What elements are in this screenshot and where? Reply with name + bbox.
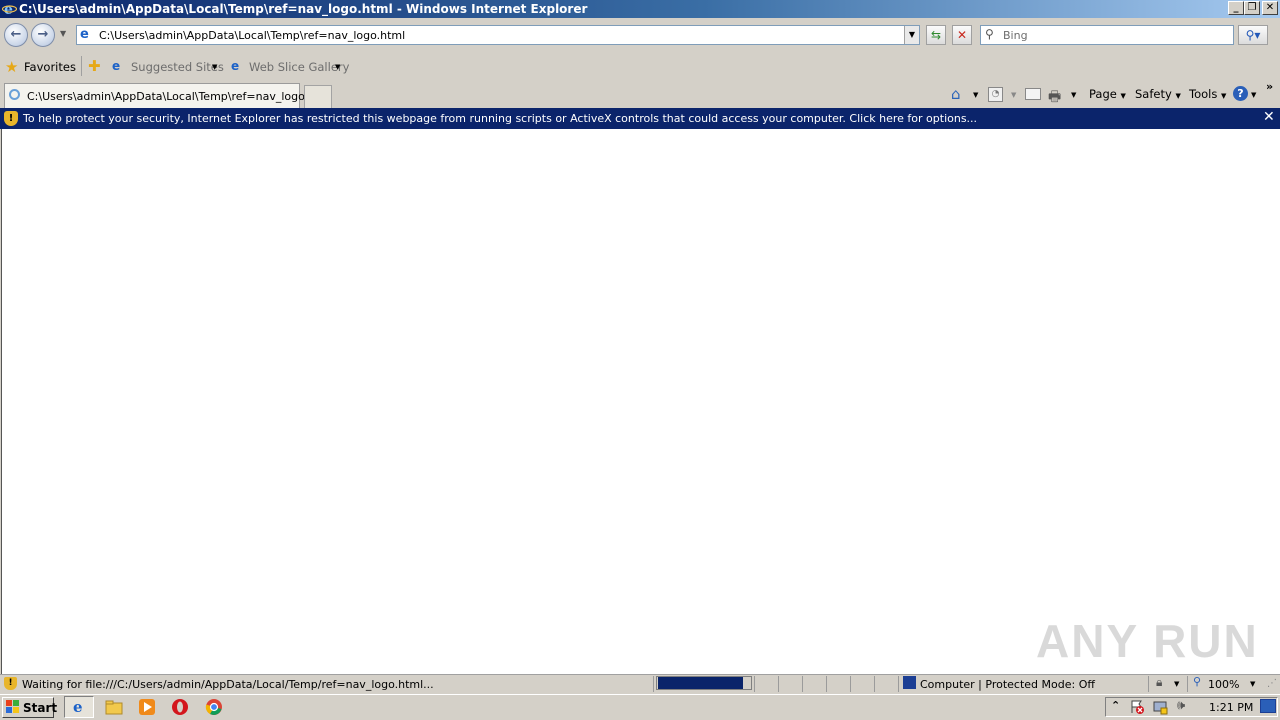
tools-menu[interactable]: Tools ▼ [1189,87,1226,101]
windows-logo-icon [6,700,19,713]
web-slice-dropdown-icon[interactable]: ▼ [335,63,340,71]
forward-arrow-icon: → [37,27,49,42]
opera-icon[interactable] [171,698,189,716]
minimize-button[interactable]: _ [1228,1,1244,15]
page-dropdown-icon: ▼ [1120,92,1126,100]
back-arrow-icon: ← [10,27,22,42]
status-divider [826,676,827,692]
start-button[interactable]: Start [2,697,58,718]
favorites-button[interactable]: Favorites [24,60,76,74]
forward-button[interactable]: → [31,23,55,47]
volume-icon[interactable]: 🕪︎ [1177,698,1185,713]
status-divider [653,676,654,692]
recent-pages-dropdown-icon[interactable]: ▼ [60,29,66,38]
print-dropdown-icon[interactable]: ▼ [1071,91,1076,99]
zoom-level[interactable]: 100% [1208,678,1239,691]
show-hidden-icons-icon[interactable]: ⌃ [1111,699,1120,712]
protected-mode-lock-icon[interactable]: 🔒︎ [1156,675,1162,690]
computer-zone-icon [903,676,916,689]
network-icon[interactable] [1152,699,1168,715]
address-bar[interactable]: e C:\Users\admin\AppData\Local\Temp\ref=… [76,25,920,45]
tab-label: C:\Users\admin\AppData\Local\Temp\ref=na… [27,90,326,103]
stop-button[interactable]: ✕ [952,25,972,45]
restore-button[interactable]: ❐ [1244,1,1260,15]
taskbar-ie-button[interactable]: e [64,696,94,718]
ie-logo-icon: e [1,1,18,18]
add-favorite-icon[interactable]: ✚ [88,57,101,75]
page-content[interactable] [1,129,1280,674]
status-warning-icon: ! [4,677,17,690]
progress-bar-fill [658,677,743,689]
page-menu[interactable]: Page ▼ [1089,87,1126,101]
search-input[interactable]: Bing [1003,29,1028,42]
suggested-sites-link[interactable]: Suggested Sites [131,60,224,74]
help-dropdown-icon[interactable]: ▼ [1251,91,1256,99]
action-center-flag-icon[interactable] [1129,699,1145,715]
status-divider [874,676,875,692]
status-divider [898,676,899,692]
web-slice-icon: e [231,59,240,73]
resize-grip-icon[interactable]: ⋰ [1267,678,1277,689]
media-player-icon[interactable] [138,698,156,716]
search-box[interactable]: ⚲ Bing [980,25,1234,45]
loading-icon [9,89,20,100]
close-button[interactable]: ✕ [1262,1,1278,15]
tools-dropdown-icon: ▼ [1221,92,1227,100]
zone-status[interactable]: Computer | Protected Mode: Off [920,678,1095,691]
status-text: Waiting for file:///C:/Users/admin/AppDa… [22,678,434,691]
status-divider [754,676,755,692]
clock[interactable]: 1:21 PM [1209,701,1253,714]
status-divider [778,676,779,692]
chevron-more-icon[interactable]: » [1266,80,1273,93]
print-icon[interactable]: 🖶 [1048,86,1061,110]
status-divider [1148,676,1149,692]
internet-explorer-icon: e [73,698,83,716]
status-divider [850,676,851,692]
stop-icon: ✕ [956,28,968,42]
taskbar [0,694,1280,720]
safety-menu-label: Safety [1135,87,1172,101]
address-input[interactable]: C:\Users\admin\AppData\Local\Temp\ref=na… [99,29,405,42]
suggested-sites-dropdown-icon[interactable]: ▼ [212,63,217,71]
status-divider [1187,676,1188,692]
status-divider [802,676,803,692]
home-dropdown-icon[interactable]: ▼ [973,91,978,99]
tab-active[interactable]: C:\Users\admin\AppData\Local\Temp\ref=na… [4,83,326,108]
window-title: C:\Users\admin\AppData\Local\Temp\ref=na… [19,2,588,16]
favorites-star-icon: ★ [5,58,19,76]
page-menu-label: Page [1089,87,1117,101]
refresh-button[interactable]: ⇆ [926,25,946,45]
shield-warning-icon: ! [4,111,18,126]
read-mail-icon[interactable] [1025,88,1041,100]
explorer-folder-icon[interactable] [105,698,123,716]
zoom-dropdown-icon[interactable]: ▼ [1250,680,1255,688]
safety-dropdown-icon: ▼ [1175,92,1181,100]
chrome-icon[interactable] [205,698,223,716]
show-desktop-icon[interactable] [1260,699,1276,713]
refresh-icon: ⇆ [930,28,942,42]
address-dropdown-icon[interactable]: ▼ [904,26,919,44]
zoom-icon: ⚲ [1193,675,1202,688]
home-icon[interactable]: ⌂ [951,85,961,103]
new-tab-button[interactable] [304,85,332,108]
suggested-sites-icon: e [112,59,121,73]
tools-menu-label: Tools [1189,87,1218,101]
feeds-icon[interactable]: ◔ [988,87,1003,102]
back-button[interactable]: ← [4,23,28,47]
information-bar-message[interactable]: To help protect your security, Internet … [23,112,977,125]
watermark: ANY RUN [1036,615,1259,667]
svg-text:e: e [4,2,13,16]
search-provider-icon: ⚲ [985,27,994,41]
page-icon: e [80,27,89,42]
search-icon: ⚲▾ [1245,28,1261,42]
security-dropdown-icon[interactable]: ▼ [1174,680,1179,688]
help-icon[interactable]: ? [1233,86,1248,101]
information-bar[interactable]: ! To help protect your security, Interne… [0,108,1280,129]
search-button[interactable]: ⚲▾ [1238,25,1268,45]
close-information-bar-icon[interactable]: ✕ [1263,109,1275,125]
feeds-dropdown-icon[interactable]: ▼ [1011,91,1016,99]
favorites-divider [81,56,82,76]
safety-menu[interactable]: Safety ▼ [1135,87,1181,101]
start-label: Start [23,701,58,715]
